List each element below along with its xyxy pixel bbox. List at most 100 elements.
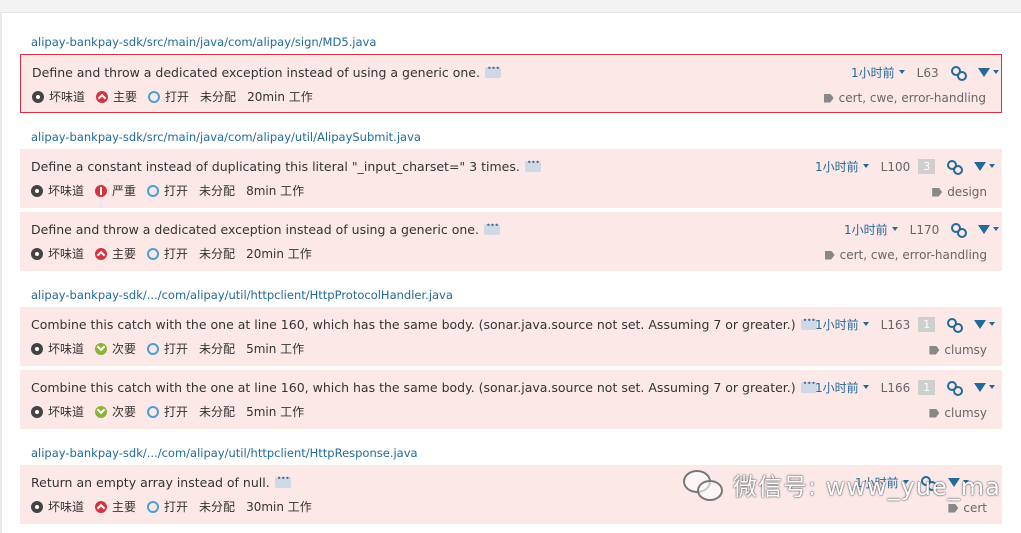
- permalink-icon[interactable]: [951, 223, 968, 238]
- issue-tags[interactable]: cert, cwe, error-handling: [823, 91, 986, 105]
- chevron-down-icon[interactable]: [993, 226, 1000, 231]
- filter-icon[interactable]: [974, 162, 987, 171]
- issue-time[interactable]: 1小时前: [851, 64, 895, 81]
- wechat-logo-icon: [681, 468, 725, 502]
- more-dots-icon[interactable]: [484, 64, 501, 78]
- filter-icon[interactable]: [977, 68, 990, 77]
- issue-status[interactable]: 打开: [164, 245, 188, 262]
- issue-severity[interactable]: 次要: [112, 403, 136, 420]
- issue-type[interactable]: 坏味道: [48, 340, 84, 357]
- issue-message-text[interactable]: Define and throw a dedicated exception i…: [32, 65, 480, 80]
- permalink-icon[interactable]: [947, 381, 964, 396]
- issue-tags-text[interactable]: cert: [963, 501, 987, 515]
- issue-card[interactable]: Combine this catch with the one at line …: [20, 370, 1002, 429]
- chevron-down-icon[interactable]: [862, 384, 869, 389]
- issue-message-text[interactable]: Combine this catch with the one at line …: [31, 317, 796, 332]
- issue-type[interactable]: 坏味道: [48, 245, 84, 262]
- code-smell-icon: [31, 342, 43, 355]
- issue-message-text[interactable]: Define and throw a dedicated exception i…: [31, 222, 479, 237]
- issue-assignee[interactable]: 未分配: [199, 182, 235, 199]
- issue-tags-text[interactable]: clumsy: [944, 343, 987, 357]
- issue-assignee[interactable]: 未分配: [199, 403, 235, 420]
- permalink-icon[interactable]: [950, 66, 967, 81]
- issue-right-controls: 1小时前 L100 3: [815, 158, 996, 175]
- issue-message[interactable]: Define and throw a dedicated exception i…: [31, 221, 500, 237]
- issue-tags[interactable]: cert, cwe, error-handling: [824, 248, 987, 262]
- file-path-link[interactable]: alipay-bankpay-sdk/.../com/alipay/util/h…: [31, 288, 453, 302]
- chevron-down-icon[interactable]: [989, 384, 996, 389]
- issue-type[interactable]: 坏味道: [48, 403, 84, 420]
- issue-time[interactable]: 1小时前: [815, 379, 859, 396]
- issue-effort: 8min 工作: [246, 184, 305, 198]
- file-path-link[interactable]: alipay-bankpay-sdk/.../com/alipay/util/h…: [31, 446, 418, 460]
- more-dots-icon[interactable]: [524, 158, 541, 172]
- open-status-icon: [147, 342, 160, 355]
- issue-message-text[interactable]: Return an empty array instead of null.: [31, 475, 270, 490]
- issue-tags-text[interactable]: design: [947, 185, 987, 199]
- issue-tags-text[interactable]: cert, cwe, error-handling: [840, 248, 987, 262]
- issue-card[interactable]: Define a constant instead of duplicating…: [20, 149, 1002, 208]
- issue-time[interactable]: 1小时前: [815, 158, 859, 175]
- issue-severity[interactable]: 主要: [113, 88, 137, 105]
- issue-status[interactable]: 打开: [164, 182, 188, 199]
- issue-tags[interactable]: design: [932, 185, 987, 199]
- more-dots-icon[interactable]: [483, 221, 500, 235]
- issue-tags[interactable]: cert: [948, 501, 987, 515]
- issue-time[interactable]: 1小时前: [815, 316, 859, 333]
- issue-severity[interactable]: 次要: [112, 340, 136, 357]
- file-path-link[interactable]: alipay-bankpay-sdk/src/main/java/com/ali…: [31, 130, 421, 144]
- issue-assignee[interactable]: 未分配: [199, 498, 235, 515]
- chevron-down-icon[interactable]: [992, 69, 999, 74]
- filter-icon[interactable]: [974, 320, 987, 329]
- issue-message-text[interactable]: Define a constant instead of duplicating…: [31, 159, 520, 174]
- issue-status[interactable]: 打开: [164, 340, 188, 357]
- issue-message[interactable]: Define and throw a dedicated exception i…: [32, 64, 501, 80]
- issue-card[interactable]: Define and throw a dedicated exception i…: [20, 212, 1002, 271]
- minor-severity-icon: [95, 342, 108, 355]
- issue-status[interactable]: 打开: [164, 498, 188, 515]
- code-smell-icon: [31, 184, 43, 197]
- issue-tags-text[interactable]: clumsy: [944, 406, 987, 420]
- filter-icon[interactable]: [974, 383, 987, 392]
- chevron-down-icon[interactable]: [989, 321, 996, 326]
- issue-time[interactable]: 1小时前: [844, 221, 888, 238]
- issue-message[interactable]: Define a constant instead of duplicating…: [31, 158, 541, 174]
- issue-type[interactable]: 坏味道: [48, 498, 84, 515]
- file-path-link[interactable]: alipay-bankpay-sdk/src/main/java/com/ali…: [31, 35, 376, 49]
- chevron-down-icon[interactable]: [862, 321, 869, 326]
- permalink-icon[interactable]: [947, 318, 964, 333]
- chevron-down-icon[interactable]: [989, 163, 996, 168]
- issue-status[interactable]: 打开: [164, 403, 188, 420]
- code-smell-icon: [31, 405, 43, 418]
- issue-status[interactable]: 打开: [165, 88, 189, 105]
- issue-effort: 30min 工作: [246, 500, 312, 514]
- issue-assignee[interactable]: 未分配: [200, 88, 236, 105]
- duplication-count-badge[interactable]: 1: [918, 380, 936, 395]
- issue-tags[interactable]: clumsy: [929, 406, 987, 420]
- duplication-count-badge[interactable]: 1: [918, 317, 936, 332]
- issue-card[interactable]: Define and throw a dedicated exception i…: [20, 54, 1002, 113]
- issue-message-text[interactable]: Combine this catch with the one at line …: [31, 380, 796, 395]
- issue-severity[interactable]: 主要: [112, 498, 136, 515]
- issue-tags-text[interactable]: cert, cwe, error-handling: [839, 91, 986, 105]
- chevron-down-icon[interactable]: [891, 226, 898, 231]
- more-dots-icon[interactable]: [274, 474, 291, 488]
- issue-severity[interactable]: 严重: [112, 182, 136, 199]
- issue-severity[interactable]: 主要: [112, 245, 136, 262]
- issue-type[interactable]: 坏味道: [49, 88, 85, 105]
- issue-assignee[interactable]: 未分配: [199, 245, 235, 262]
- top-bar: [0, 0, 1021, 13]
- duplication-count-badge[interactable]: 3: [918, 159, 936, 174]
- issue-tags[interactable]: clumsy: [929, 343, 987, 357]
- issue-message[interactable]: Return an empty array instead of null.: [31, 474, 291, 490]
- filter-icon[interactable]: [978, 225, 991, 234]
- issue-message[interactable]: Combine this catch with the one at line …: [31, 379, 817, 395]
- chevron-down-icon[interactable]: [862, 163, 869, 168]
- issue-card[interactable]: Combine this catch with the one at line …: [20, 307, 1002, 366]
- chevron-down-icon[interactable]: [898, 69, 905, 74]
- issue-assignee[interactable]: 未分配: [199, 340, 235, 357]
- open-status-icon: [147, 500, 160, 513]
- issue-message[interactable]: Combine this catch with the one at line …: [31, 316, 817, 332]
- issue-type[interactable]: 坏味道: [48, 182, 84, 199]
- permalink-icon[interactable]: [947, 160, 964, 175]
